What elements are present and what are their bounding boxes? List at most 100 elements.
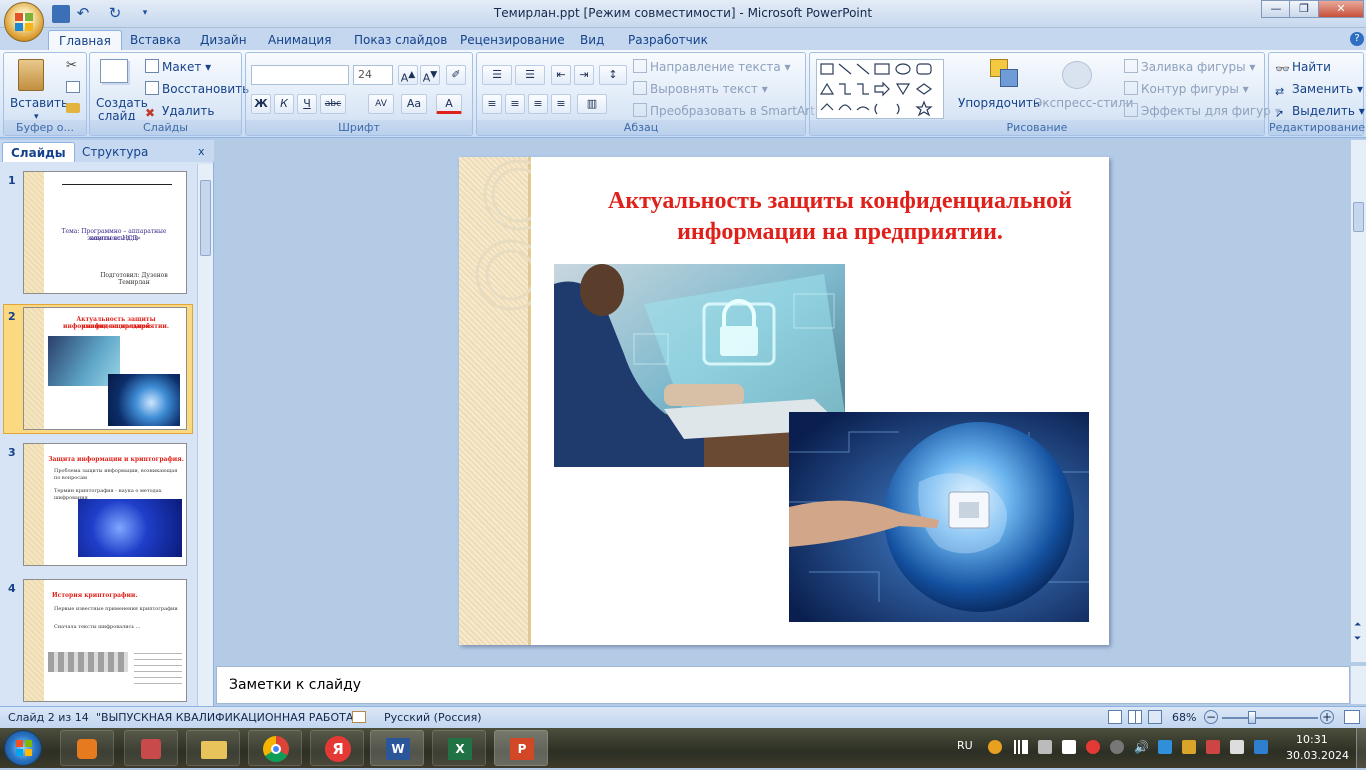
- theme-name[interactable]: "ВЫПУСКНАЯ КВАЛИФИКАЦИОННАЯ РАБОТА": [96, 707, 358, 728]
- action-center-icon[interactable]: [1230, 740, 1244, 754]
- tab-design[interactable]: Дизайн: [190, 30, 257, 50]
- taskbar-media-player[interactable]: [60, 730, 114, 766]
- columns-button[interactable]: ▥: [577, 94, 607, 114]
- show-desktop-button[interactable]: [1356, 728, 1366, 768]
- shape-fill-button[interactable]: Заливка фигуры ▾: [1124, 59, 1255, 75]
- tray-icon-1[interactable]: [988, 740, 1002, 754]
- bullets-button[interactable]: ☰: [482, 65, 512, 85]
- layout-button[interactable]: Макет ▾: [145, 59, 211, 75]
- arrange-icon[interactable]: [990, 59, 1020, 89]
- signal-icon[interactable]: [1014, 740, 1028, 754]
- quick-styles-button[interactable]: Экспресс-стили: [1034, 95, 1133, 111]
- paste-icon[interactable]: [18, 59, 44, 91]
- start-button[interactable]: [4, 730, 42, 766]
- cut-icon[interactable]: ✂: [66, 59, 80, 73]
- tab-insert[interactable]: Вставка: [120, 30, 191, 50]
- select-button[interactable]: ➚ Выделить ▾: [1275, 103, 1365, 121]
- help-icon[interactable]: ?: [1350, 32, 1364, 46]
- tab-home[interactable]: Главная: [48, 30, 122, 51]
- clear-format-button[interactable]: ✐: [446, 65, 466, 85]
- tray-icon-2[interactable]: [1062, 740, 1076, 754]
- maximize-button[interactable]: ❐: [1289, 0, 1319, 18]
- notes-pane[interactable]: Заметки к слайду: [216, 666, 1350, 704]
- arrange-button[interactable]: Упорядочить: [958, 95, 1040, 111]
- redo-icon[interactable]: ↻: [106, 5, 124, 23]
- font-size-combo[interactable]: 24: [353, 65, 393, 85]
- tab-animation[interactable]: Анимация: [258, 30, 341, 50]
- increase-indent-button[interactable]: ⇥: [574, 65, 594, 85]
- spellcheck-icon[interactable]: [352, 711, 366, 723]
- decrease-indent-button[interactable]: ⇤: [551, 65, 571, 85]
- taskbar-powerpoint[interactable]: P: [494, 730, 548, 766]
- replace-button[interactable]: ⇄ Заменить ▾: [1275, 81, 1363, 99]
- font-color-button[interactable]: A: [436, 94, 462, 114]
- tab-view[interactable]: Вид: [570, 30, 614, 50]
- tab-slideshow[interactable]: Показ слайдов: [344, 30, 457, 50]
- align-left-button[interactable]: ≡: [482, 94, 502, 114]
- tab-developer[interactable]: Разработчик: [618, 30, 718, 50]
- underline-button[interactable]: Ч: [297, 94, 317, 114]
- line-spacing-button[interactable]: ↕: [599, 65, 627, 85]
- volume-icon[interactable]: 🔊: [1134, 740, 1149, 754]
- tab-slides[interactable]: Слайды: [2, 142, 75, 162]
- reset-button[interactable]: Восстановить: [145, 81, 249, 97]
- language-indicator[interactable]: Русский (Россия): [384, 707, 482, 728]
- zoom-slider-thumb[interactable]: [1248, 711, 1256, 724]
- office-button[interactable]: [4, 2, 44, 42]
- undo-icon[interactable]: ↶: [74, 5, 92, 23]
- font-name-combo[interactable]: [251, 65, 349, 85]
- tab-review[interactable]: Рецензирование: [450, 30, 575, 50]
- slide-thumbnail-2[interactable]: Актуальность защиты конфиденциальной инф…: [23, 307, 187, 430]
- normal-view-icon[interactable]: [1108, 710, 1122, 724]
- close-button[interactable]: ✕: [1318, 0, 1364, 18]
- taskbar-paint[interactable]: [124, 730, 178, 766]
- shape-outline-button[interactable]: Контур фигуры ▾: [1124, 81, 1249, 97]
- tray-icon-5[interactable]: [1182, 740, 1196, 754]
- zoom-in-icon[interactable]: +: [1320, 710, 1334, 724]
- numbering-button[interactable]: ☰: [515, 65, 545, 85]
- char-spacing-button[interactable]: AV: [368, 94, 394, 114]
- shrink-font-button[interactable]: A▼: [420, 65, 440, 85]
- taskbar-chrome[interactable]: [248, 730, 302, 766]
- yandex-tray-icon[interactable]: [1086, 740, 1100, 754]
- align-center-button[interactable]: ≡: [505, 94, 525, 114]
- slide-sorter-icon[interactable]: [1128, 710, 1142, 724]
- paste-button[interactable]: Вставить: [10, 95, 68, 111]
- find-button[interactable]: 👓 Найти: [1275, 59, 1331, 76]
- text-direction-button[interactable]: Направление текста ▾: [633, 59, 791, 75]
- grow-font-button[interactable]: A▲: [398, 65, 418, 85]
- panel-scrollbar[interactable]: [197, 164, 213, 706]
- format-painter-icon[interactable]: [66, 103, 80, 113]
- bold-button[interactable]: Ж: [251, 94, 271, 114]
- align-right-button[interactable]: ≡: [528, 94, 548, 114]
- taskbar-excel[interactable]: X: [432, 730, 486, 766]
- input-language[interactable]: RU: [957, 739, 973, 752]
- clock-time[interactable]: 10:31: [1296, 733, 1328, 746]
- italic-button[interactable]: К: [274, 94, 294, 114]
- slide-thumbnail-3[interactable]: Защита информации и криптография. Пробле…: [23, 443, 187, 566]
- quick-styles-icon[interactable]: [1062, 61, 1092, 89]
- shape-effects-button[interactable]: Эффекты для фигур ▾: [1124, 103, 1281, 119]
- clock-date[interactable]: 30.03.2024: [1286, 749, 1349, 762]
- tray-icon-7[interactable]: [1254, 740, 1268, 754]
- delete-slide-button[interactable]: ✖ Удалить: [145, 103, 215, 120]
- slide-picture-globe[interactable]: [789, 412, 1089, 622]
- shapes-gallery[interactable]: [816, 59, 944, 119]
- slideshow-view-icon[interactable]: [1148, 710, 1162, 724]
- network-icon[interactable]: [1038, 740, 1052, 754]
- tab-outline[interactable]: Структура: [74, 142, 156, 162]
- justify-button[interactable]: ≡: [551, 94, 571, 114]
- slide-thumbnail-1[interactable]: Тема: Программно – аппаратные комплексы …: [23, 171, 187, 294]
- zoom-out-icon[interactable]: −: [1204, 710, 1218, 724]
- zoom-slider-track[interactable]: [1222, 717, 1318, 719]
- save-icon[interactable]: [52, 5, 70, 23]
- strikethrough-button[interactable]: abc: [320, 94, 346, 114]
- customize-qat-icon[interactable]: ▾: [136, 5, 154, 23]
- zoom-level[interactable]: 68%: [1172, 707, 1196, 728]
- tray-icon-4[interactable]: [1158, 740, 1172, 754]
- new-slide-icon[interactable]: [100, 59, 128, 83]
- slide-thumbnail-4[interactable]: История криптографии. Первые известные п…: [23, 579, 187, 702]
- panel-close-icon[interactable]: x: [190, 142, 213, 162]
- minimize-button[interactable]: —: [1261, 0, 1291, 18]
- taskbar-explorer[interactable]: [186, 730, 240, 766]
